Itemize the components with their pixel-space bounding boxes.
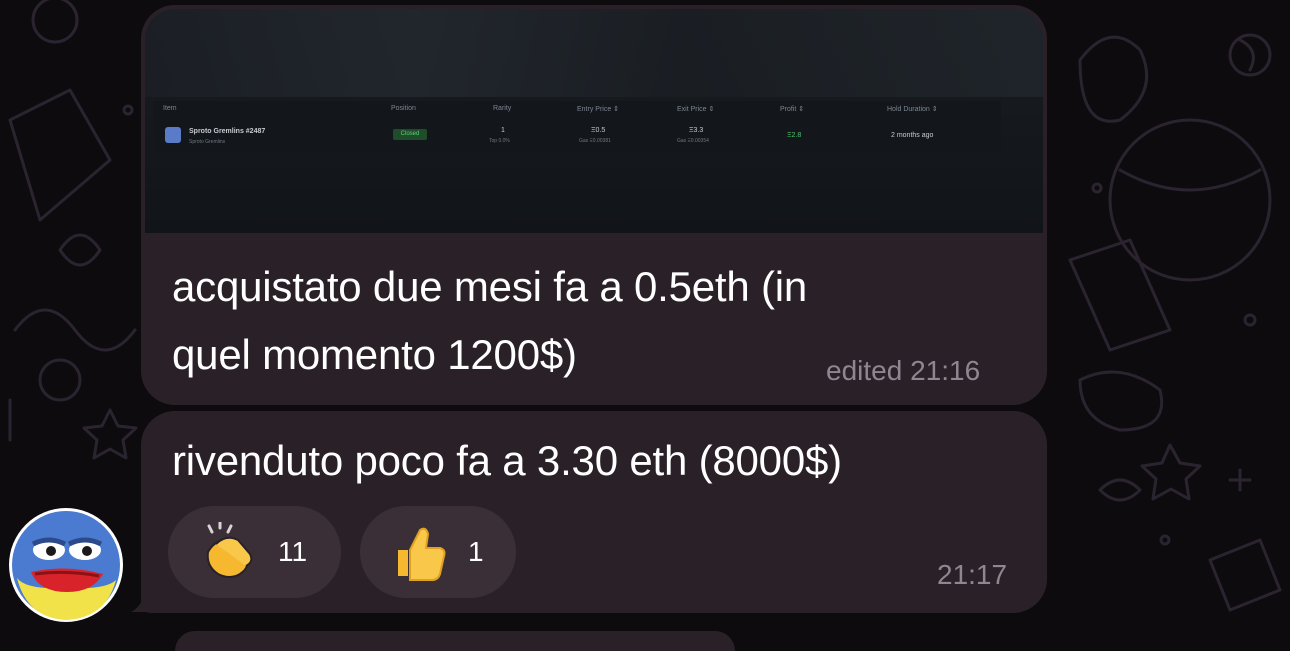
thumbs-up-icon bbox=[398, 527, 446, 581]
rarity-value: 1 bbox=[501, 127, 505, 134]
attached-screenshot[interactable]: Item Position Rarity Entry Price ⇕ Exit … bbox=[145, 9, 1043, 233]
entry-price: Ξ0.5 bbox=[591, 127, 606, 134]
trade-table: Item Position Rarity Entry Price ⇕ Exit … bbox=[153, 101, 1001, 153]
message-bubble-2[interactable]: rivenduto poco fa a 3.30 eth (8000$) 11 … bbox=[141, 411, 1047, 613]
hold-duration: 2 months ago bbox=[891, 132, 934, 139]
clapping-hands-icon bbox=[206, 522, 253, 578]
table-header: Rarity bbox=[493, 105, 512, 112]
table-header: Position bbox=[391, 105, 416, 112]
table-header: Item bbox=[163, 105, 177, 112]
message-text: rivenduto poco fa a 3.30 eth (8000$) bbox=[172, 437, 842, 484]
item-name: Sproto Gremlins #2487 bbox=[189, 128, 266, 135]
nft-thumbnail bbox=[165, 127, 181, 143]
sender-avatar[interactable] bbox=[9, 508, 123, 622]
next-message-bubble[interactable] bbox=[175, 631, 735, 651]
bubble-tail bbox=[131, 590, 151, 612]
item-collection: Sproto Gremlins bbox=[189, 139, 226, 145]
table-header: Exit Price ⇕ bbox=[677, 106, 715, 113]
reaction-thumbs-up[interactable]: 1 bbox=[360, 506, 516, 598]
message-text-line-2: quel momento 1200$) bbox=[172, 331, 577, 378]
exit-price: Ξ3.3 bbox=[689, 127, 704, 134]
table-header: Profit ⇕ bbox=[780, 106, 805, 113]
rarity-sub: Top 0.0% bbox=[489, 138, 510, 144]
table-header: Hold Duration ⇕ bbox=[887, 106, 938, 113]
message-bubble-1[interactable]: Item Position Rarity Entry Price ⇕ Exit … bbox=[141, 5, 1047, 405]
status-badge: Closed bbox=[393, 129, 427, 140]
message-text-line-1: acquistato due mesi fa a 0.5eth (in bbox=[172, 263, 808, 310]
blurred-header bbox=[145, 9, 1043, 97]
pepe-avatar-image bbox=[12, 511, 120, 620]
reaction-count: 1 bbox=[468, 536, 484, 567]
exit-gas: Gas Ξ0.00354 bbox=[677, 138, 709, 144]
entry-gas: Gas Ξ0.00381 bbox=[579, 138, 611, 144]
profit-value: Ξ2.8 bbox=[787, 132, 802, 139]
message-time: 21:17 bbox=[937, 559, 1008, 590]
message-edited-time: edited 21:16 bbox=[826, 355, 981, 386]
reaction-clap[interactable]: 11 bbox=[168, 506, 341, 598]
table-header: Entry Price ⇕ bbox=[577, 106, 620, 113]
reaction-count: 11 bbox=[278, 536, 308, 567]
